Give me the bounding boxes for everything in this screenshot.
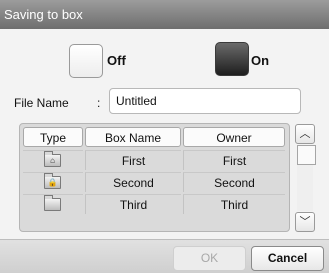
table-row[interactable]: 🔒 Second Second [23, 172, 285, 192]
locked-folder-icon: 🔒 [44, 173, 61, 189]
off-toggle-button[interactable] [69, 44, 103, 78]
scroll-up-button[interactable]: ︿ [295, 124, 315, 144]
on-toggle-button[interactable] [215, 42, 249, 76]
table-row[interactable]: Third Third [23, 194, 285, 214]
box-name-cell: First [85, 150, 181, 170]
button-bar: OK Cancel [0, 239, 329, 273]
on-label: On [251, 53, 270, 68]
owner-cell: First [183, 150, 285, 170]
file-name-label: File Name [14, 96, 69, 110]
title-bar: Saving to box [0, 0, 329, 29]
column-header-box-name[interactable]: Box Name [85, 127, 181, 147]
chevron-up-icon: ︿ [299, 128, 311, 140]
chevron-down-icon: ﹀ [299, 216, 311, 228]
owner-cell: Second [183, 172, 285, 192]
table-row[interactable]: ⌂ First First [23, 150, 285, 170]
file-name-input[interactable]: Untitled [109, 88, 301, 114]
box-name-cell: Second [85, 172, 181, 192]
table-header: Type Box Name Owner [23, 127, 285, 147]
save-to-box-dialog: Saving to box Off On File Name : Untitle… [0, 0, 329, 273]
column-header-owner[interactable]: Owner [183, 127, 285, 147]
column-header-type[interactable]: Type [23, 127, 83, 147]
scroll-thumb[interactable] [297, 145, 316, 165]
file-name-separator: : [97, 96, 101, 110]
type-cell: 🔒 [23, 172, 83, 192]
ok-button[interactable]: OK [173, 246, 246, 271]
cancel-button[interactable]: Cancel [251, 246, 324, 271]
dialog-title: Saving to box [4, 7, 83, 22]
scroll-track[interactable] [297, 145, 316, 211]
box-name-cell: Third [85, 194, 181, 214]
home-folder-icon: ⌂ [44, 151, 61, 167]
folder-icon [44, 195, 61, 211]
table-scrollbar[interactable]: ︿ ﹀ [295, 124, 316, 232]
box-table: Type Box Name Owner ⌂ First First 🔒 Seco… [19, 123, 290, 232]
type-cell: ⌂ [23, 150, 83, 170]
owner-cell: Third [183, 194, 285, 214]
scroll-down-button[interactable]: ﹀ [295, 212, 315, 232]
off-label: Off [107, 53, 126, 68]
type-cell [23, 194, 83, 214]
